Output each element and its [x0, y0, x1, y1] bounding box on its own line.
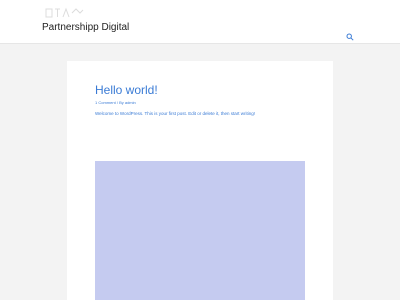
logo-mark-icon[interactable]	[44, 6, 86, 20]
site-title[interactable]: Partnershipp Digital	[42, 22, 129, 33]
site-header: Partnershipp Digital	[0, 0, 400, 44]
page: Partnershipp Digital Hello world! 1 Comm…	[0, 0, 400, 300]
meta-separator: /	[116, 100, 118, 105]
author-link[interactable]: By admin	[119, 100, 136, 105]
comments-link[interactable]: 1 Comment	[95, 100, 116, 105]
post-title[interactable]: Hello world!	[95, 83, 158, 97]
post-excerpt: Welcome to WordPress. This is your first…	[95, 111, 256, 116]
search-icon[interactable]	[346, 33, 354, 41]
post-meta: 1 Comment / By admin	[95, 100, 136, 105]
post-card: Hello world! 1 Comment / By admin Welcom…	[67, 61, 333, 300]
featured-image[interactable]	[95, 161, 305, 300]
